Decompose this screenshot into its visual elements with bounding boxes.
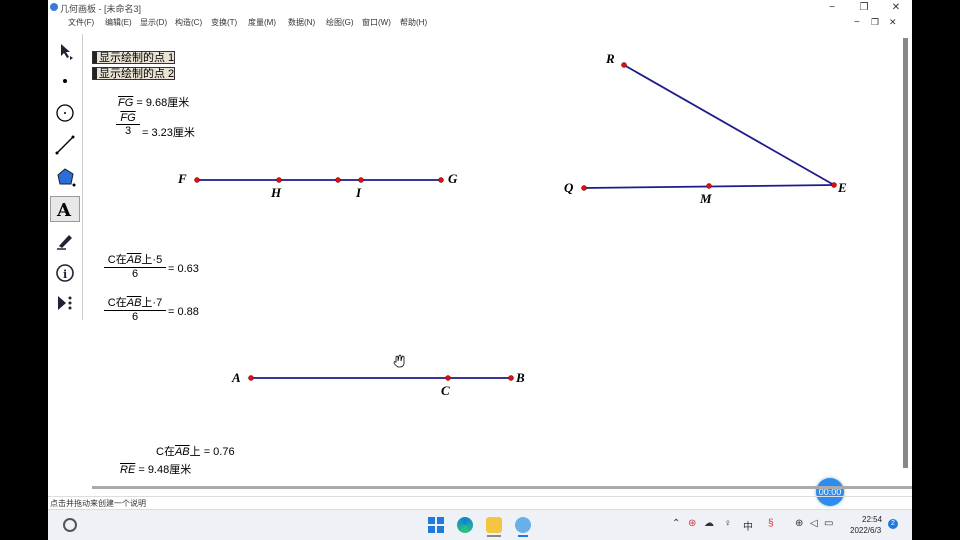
clock-time[interactable]: 22:54 [862,515,882,524]
point-g[interactable] [438,177,444,183]
label-h[interactable]: H [271,185,281,201]
horizontal-scrollbar[interactable] [92,486,912,489]
polygon-icon [57,168,76,187]
clock-date[interactable]: 2022/6/3 [850,526,881,535]
window-title: 几何画板 - [未命名3] [60,4,142,14]
custom-tool-icon [58,296,72,310]
point-i[interactable] [358,177,364,183]
point-a[interactable] [248,375,254,381]
menu-transform[interactable]: 变换(T) [211,17,237,28]
polygon-tool[interactable] [50,164,80,190]
marker-tool[interactable] [50,228,80,254]
close-button[interactable]: ✕ [882,0,910,15]
status-text: 点击并拖动来创建一个说明 [50,499,146,508]
label-q[interactable]: Q [564,180,573,196]
menu-help[interactable]: 帮助(H) [400,17,427,28]
information-tool[interactable]: i [50,260,80,286]
point-m[interactable] [706,183,712,189]
label-b[interactable]: B [516,370,525,386]
explorer-active-indicator [487,535,501,537]
point-e[interactable] [831,182,837,188]
label-a[interactable]: A [232,370,241,386]
point-tool[interactable] [50,68,80,94]
svg-text:A: A [56,200,72,220]
label-i[interactable]: I [356,185,361,201]
title-bar: 几何画板 - [未命名3] − ❐ ✕ [48,0,912,15]
menu-measure[interactable]: 度量(M) [248,17,276,28]
label-e[interactable]: E [838,180,847,196]
segment-re[interactable] [623,64,835,186]
menu-edit[interactable]: 编辑(E) [105,17,132,28]
circle-icon [56,104,74,122]
custom-tool[interactable] [50,290,80,316]
geometry-sketchpad-window: 几何画板 - [未命名3] − ❐ ✕ 文件(F) 编辑(E) 显示(D) 构造… [48,0,912,540]
straightedge-tool[interactable] [50,132,80,158]
text-tool[interactable]: A [50,196,80,222]
tray-mic-icon[interactable]: ♀ [724,518,732,529]
tray-app-icon-2[interactable]: § [768,518,774,529]
point-unlabeled[interactable] [335,177,341,183]
tray-battery-icon[interactable]: ▭ [824,518,833,529]
doc-restore-button[interactable]: ❐ [871,17,879,28]
menu-bar: 文件(F) 编辑(E) 显示(D) 构造(C) 变换(T) 度量(M) 数据(N… [48,15,912,29]
app-icon [50,3,58,11]
doc-minimize-button[interactable]: − [854,17,860,28]
geometry-drawing [194,62,837,381]
label-r[interactable]: R [606,51,615,67]
segment-icon [55,135,75,155]
tray-network-icon[interactable]: ⊕ [795,518,803,529]
info-icon: i [56,264,74,282]
point-c[interactable] [445,375,451,381]
arrow-select-tool[interactable] [50,38,80,64]
restore-button[interactable]: ❐ [850,0,878,15]
point-r[interactable] [621,62,627,68]
widgets-icon[interactable] [62,517,78,533]
menu-file[interactable]: 文件(F) [68,17,94,28]
edge-browser-icon[interactable] [457,517,473,533]
point-b[interactable] [508,375,514,381]
hand-cursor-icon [393,354,405,368]
point-h[interactable] [276,177,282,183]
minimize-button[interactable]: − [818,0,846,15]
tray-volume-icon[interactable]: ◁ [810,518,818,529]
label-c[interactable]: C [441,383,450,399]
marker-icon [57,235,72,250]
sketchpad-active-indicator [518,535,528,537]
sketch-canvas[interactable]: 显示绘制的点 1 显示绘制的点 2 FG = 9.68厘米 FG 3 = 3.2… [84,30,902,506]
text-icon: A [56,200,72,220]
tray-cloud-icon[interactable]: ☁ [704,518,714,529]
sketchpad-app-icon[interactable] [515,517,531,533]
label-g[interactable]: G [448,171,457,187]
notification-badge[interactable]: 2 [888,519,898,529]
menu-graph[interactable]: 绘图(G) [326,17,354,28]
arrow-icon [61,44,73,60]
menu-data[interactable]: 数据(N) [288,17,315,28]
file-explorer-icon[interactable] [486,517,502,533]
doc-close-button[interactable]: ✕ [889,17,897,28]
menu-window[interactable]: 窗口(W) [362,17,391,28]
tray-app-icon-1[interactable]: ⊛ [688,518,696,529]
vertical-scrollbar[interactable] [903,38,908,468]
point-icon [63,79,67,83]
compass-tool[interactable] [50,100,80,126]
label-m[interactable]: M [700,191,712,207]
status-bar: 点击并拖动来创建一个说明 [48,496,912,509]
point-q[interactable] [581,185,587,191]
toolbox: A i [48,34,83,320]
windows-taskbar: ⌃ ⊛ ☁ ♀ 中 § ⊕ ◁ ▭ 22:54 2022/6/3 2 [48,509,912,540]
menu-construct[interactable]: 构造(C) [175,17,202,28]
point-f[interactable] [194,177,200,183]
tray-ime-indicator[interactable]: 中 [743,518,753,533]
label-f[interactable]: F [178,171,187,187]
start-icon[interactable] [428,517,444,533]
svg-text:i: i [63,268,67,281]
tray-chevron-icon[interactable]: ⌃ [672,518,680,529]
menu-display[interactable]: 显示(D) [140,17,167,28]
